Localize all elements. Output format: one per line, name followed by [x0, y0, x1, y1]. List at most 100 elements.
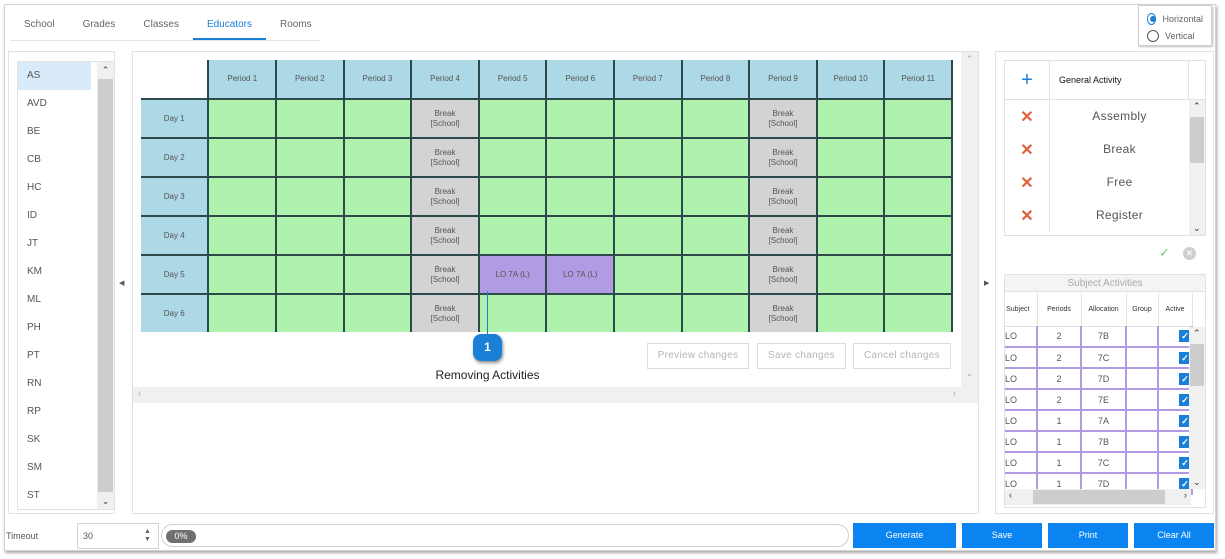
free-slot[interactable] — [477, 137, 548, 178]
subject-activity-row[interactable]: LO 2 7D ✓ — [1005, 368, 1193, 390]
break-slot[interactable]: Break [School] — [748, 254, 818, 295]
free-slot[interactable] — [613, 98, 683, 139]
radio-horizontal-indicator[interactable] — [1147, 12, 1157, 25]
free-slot[interactable] — [477, 293, 548, 332]
general-activity-name[interactable]: Break — [1050, 133, 1189, 166]
scroll-thumb[interactable] — [1190, 117, 1204, 163]
subject-activity-row[interactable]: LO 1 7C ✓ — [1005, 452, 1193, 474]
plus-icon[interactable]: + — [1021, 70, 1033, 90]
free-slot[interactable] — [815, 137, 886, 178]
tab-educators[interactable]: Educators — [192, 14, 266, 40]
subject-activity-row[interactable]: LO 1 7B ✓ — [1005, 431, 1193, 453]
add-activity-button[interactable]: + — [1005, 61, 1050, 99]
free-slot[interactable] — [342, 215, 413, 256]
free-slot[interactable] — [207, 254, 278, 295]
educator-item[interactable]: AS — [18, 62, 91, 90]
free-slot[interactable] — [613, 293, 683, 332]
scroll-thumb[interactable] — [1033, 490, 1165, 504]
free-slot[interactable] — [545, 137, 615, 178]
break-slot[interactable]: Break [School] — [410, 98, 480, 139]
free-slot[interactable] — [275, 254, 345, 295]
save-changes-button[interactable]: Save changes — [757, 343, 846, 369]
educator-item[interactable]: BE — [18, 118, 91, 146]
remove-activity-button[interactable]: ✕ — [1005, 133, 1050, 166]
collapse-right-icon[interactable]: ▶ — [984, 279, 989, 287]
clear-all-button[interactable]: Clear All — [1134, 523, 1214, 548]
subject-activity-row[interactable]: LO 1 7A ✓ — [1005, 410, 1193, 432]
general-activity-name[interactable]: Register — [1050, 199, 1189, 232]
remove-x-icon[interactable]: ✕ — [1020, 206, 1033, 226]
free-slot[interactable] — [207, 215, 278, 256]
radio-horizontal[interactable]: Horizontal — [1147, 10, 1203, 27]
free-slot[interactable] — [275, 176, 345, 217]
educator-item[interactable]: HC — [18, 174, 91, 202]
break-slot[interactable]: Break [School] — [748, 215, 818, 256]
educators-scrollbar[interactable]: ⌃ ⌄ — [97, 62, 114, 509]
free-slot[interactable] — [883, 176, 953, 217]
remove-activity-button[interactable]: ✕ — [1005, 199, 1050, 232]
remove-x-icon[interactable]: ✕ — [1020, 107, 1033, 127]
free-slot[interactable] — [342, 254, 413, 295]
break-slot[interactable]: Break [School] — [748, 176, 818, 217]
general-activity-name[interactable]: Free — [1050, 166, 1189, 199]
educator-item[interactable]: ST — [18, 482, 91, 510]
free-slot[interactable] — [883, 215, 953, 256]
free-slot[interactable] — [275, 137, 345, 178]
subject-activity-row[interactable]: LO 2 7B ✓ — [1005, 326, 1193, 348]
free-slot[interactable] — [680, 176, 751, 217]
free-slot[interactable] — [545, 176, 615, 217]
free-slot[interactable] — [207, 293, 278, 332]
free-slot[interactable] — [545, 98, 615, 139]
free-slot[interactable] — [815, 215, 886, 256]
free-slot[interactable] — [613, 176, 683, 217]
free-slot[interactable] — [342, 176, 413, 217]
break-slot[interactable]: Break [School] — [410, 293, 480, 332]
remove-x-icon[interactable]: ✕ — [1020, 173, 1033, 193]
tab-rooms[interactable]: Rooms — [266, 14, 326, 40]
free-slot[interactable] — [815, 176, 886, 217]
timeout-stepper[interactable]: ▲ ▼ — [77, 523, 159, 549]
free-slot[interactable] — [342, 293, 413, 332]
confirm-check-icon[interactable]: ✓ — [1159, 245, 1170, 261]
remove-activity-button[interactable]: ✕ — [1005, 166, 1050, 199]
free-slot[interactable] — [477, 98, 548, 139]
free-slot[interactable] — [342, 98, 413, 139]
educator-item[interactable]: KM — [18, 258, 91, 286]
educator-item[interactable]: ML — [18, 286, 91, 314]
cancel-changes-button[interactable]: Cancel changes — [853, 343, 951, 369]
timetable-hscroll[interactable]: ‹ › — [133, 387, 961, 403]
scroll-thumb[interactable] — [98, 79, 113, 492]
scroll-up-icon[interactable]: ⌃ — [1193, 101, 1201, 112]
educator-item[interactable]: SM — [18, 454, 91, 482]
break-slot[interactable]: Break [School] — [748, 293, 818, 332]
free-slot[interactable] — [815, 98, 886, 139]
collapse-left-icon[interactable]: ◀ — [119, 279, 124, 287]
free-slot[interactable] — [815, 254, 886, 295]
free-slot[interactable] — [275, 215, 345, 256]
general-activity-name[interactable]: Assembly — [1050, 100, 1189, 133]
free-slot[interactable] — [275, 98, 345, 139]
free-slot[interactable] — [613, 254, 683, 295]
remove-activity-button[interactable]: ✕ — [1005, 100, 1050, 133]
print-button[interactable]: Print — [1048, 523, 1128, 548]
educator-item[interactable]: RN — [18, 370, 91, 398]
free-slot[interactable] — [342, 137, 413, 178]
radio-vertical-indicator[interactable] — [1147, 29, 1159, 42]
break-slot[interactable]: Break [School] — [410, 215, 480, 256]
timeout-input[interactable] — [83, 526, 139, 546]
preview-changes-button[interactable]: Preview changes — [647, 343, 749, 369]
free-slot[interactable] — [545, 293, 615, 332]
scroll-down-icon[interactable]: ⌄ — [97, 493, 114, 509]
scroll-right-icon[interactable]: › — [1184, 490, 1187, 500]
free-slot[interactable] — [883, 254, 953, 295]
tab-grades[interactable]: Grades — [69, 14, 130, 40]
scroll-down-icon[interactable]: ⌄ — [1193, 477, 1201, 488]
free-slot[interactable] — [613, 137, 683, 178]
scroll-left-icon[interactable]: ‹ — [138, 388, 141, 399]
educator-item[interactable]: PT — [18, 342, 91, 370]
scroll-up-icon[interactable]: ⌃ — [97, 62, 114, 78]
tab-classes[interactable]: Classes — [129, 14, 193, 40]
free-slot[interactable] — [883, 293, 953, 332]
free-slot[interactable] — [680, 254, 751, 295]
scroll-down-icon[interactable]: ⌄ — [1193, 223, 1201, 234]
